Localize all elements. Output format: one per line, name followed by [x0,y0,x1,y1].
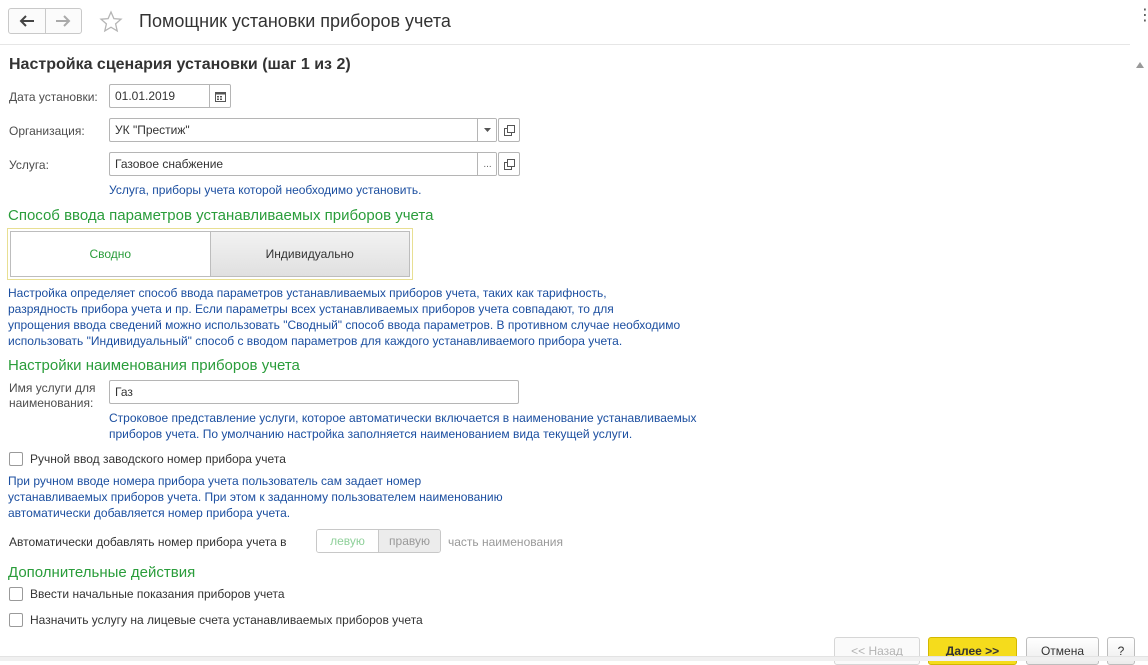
window-title: Помощник установки приборов учета [139,11,451,31]
open-form-icon [503,124,515,136]
enter-readings-checkbox[interactable] [9,587,23,601]
service-name-label-line: Имя услуги для [9,381,96,395]
service-name-label: Имя услуги для наименования: [9,381,96,411]
install-date-field[interactable]: 01.01.2019 [109,84,231,108]
service-value: Газовое снабжение [115,157,224,171]
toggle-left-option[interactable]: левую [317,530,378,552]
input-method-hint-line: упрощения ввода сведений можно использов… [8,318,681,332]
organization-field[interactable]: УК "Престиж" [109,118,497,142]
service-name-hint-line: приборов учета. По умолчанию настройка з… [109,427,633,441]
input-method-hint-line: Настройка определяет способ ввода параме… [8,286,607,300]
service-name-hint-line: Строковое представление услуги, которое … [109,411,697,425]
more-menu-icon[interactable]: ⋮ [1137,5,1148,25]
service-open-button[interactable] [498,152,520,176]
input-method-hint-line: разрядность прибора учета и пр. Если пар… [8,302,614,316]
manual-serial-label[interactable]: Ручной ввод заводского номер прибора уче… [30,452,286,466]
manual-serial-hint-line: автоматически добавляется номер прибора … [8,506,291,520]
naming-heading: Настройки наименования приборов учета [8,357,300,374]
star-icon[interactable] [99,10,123,34]
service-label: Услуга: [9,158,49,172]
service-name-input[interactable]: Газ [109,380,519,404]
triangle-down-icon [484,128,491,132]
arrow-left-icon [19,15,34,27]
organization-label: Организация: [9,124,85,138]
toggle-right-option[interactable]: правую [378,530,440,552]
page-heading: Настройка сценария установки (шаг 1 из 2… [9,56,351,73]
input-method-hint-line: использовать "Индивидуальный" способ с в… [8,334,623,348]
auto-add-label: Автоматически добавлять номер прибора уч… [9,535,287,549]
service-hint: Услуга, приборы учета которой необходимо… [109,183,422,197]
open-form-icon [503,158,515,170]
organization-dropdown-button[interactable] [477,119,496,141]
bottom-border [0,656,1148,661]
install-date-value: 01.01.2019 [115,89,176,103]
arrow-right-icon [56,15,71,27]
input-method-hint: Настройка определяет способ ввода параме… [8,285,680,349]
manual-serial-hint: При ручном вводе номера прибора учета по… [8,473,503,521]
calendar-icon [215,91,226,102]
service-select-button[interactable]: ... [477,153,496,175]
forward-nav-button[interactable] [44,9,82,33]
input-method-heading: Способ ввода параметров устанавливаемых … [8,207,434,224]
install-date-label: Дата установки: [9,90,98,104]
organization-value: УК "Престиж" [115,123,190,137]
manual-serial-hint-line: устанавливаемых приборов учета. При этом… [8,490,503,504]
service-name-hint: Строковое представление услуги, которое … [109,410,696,442]
scroll-up-icon[interactable] [1136,62,1144,68]
navigation-buttons [8,8,82,34]
back-nav-button[interactable] [9,9,45,33]
organization-open-button[interactable] [498,118,520,142]
title-divider [0,44,1130,45]
enter-readings-label[interactable]: Ввести начальные показания приборов учет… [30,587,285,601]
service-name-value: Газ [115,385,133,399]
calendar-button[interactable] [209,85,230,107]
option-individual[interactable]: Индивидуально [209,231,410,277]
assign-service-checkbox[interactable] [9,613,23,627]
input-method-radio: Сводно Индивидуально [7,228,413,280]
extra-actions-heading: Дополнительные действия [8,564,196,581]
auto-add-toggle: левую правую [316,529,441,553]
service-name-label-line: наименования: [9,396,94,410]
assign-service-label[interactable]: Назначить услугу на лицевые счета устана… [30,613,423,627]
option-summary[interactable]: Сводно [10,231,210,277]
auto-add-suffix: часть наименования [448,535,563,549]
service-field[interactable]: Газовое снабжение ... [109,152,497,176]
manual-serial-checkbox[interactable] [9,452,23,466]
manual-serial-hint-line: При ручном вводе номера прибора учета по… [8,474,422,488]
